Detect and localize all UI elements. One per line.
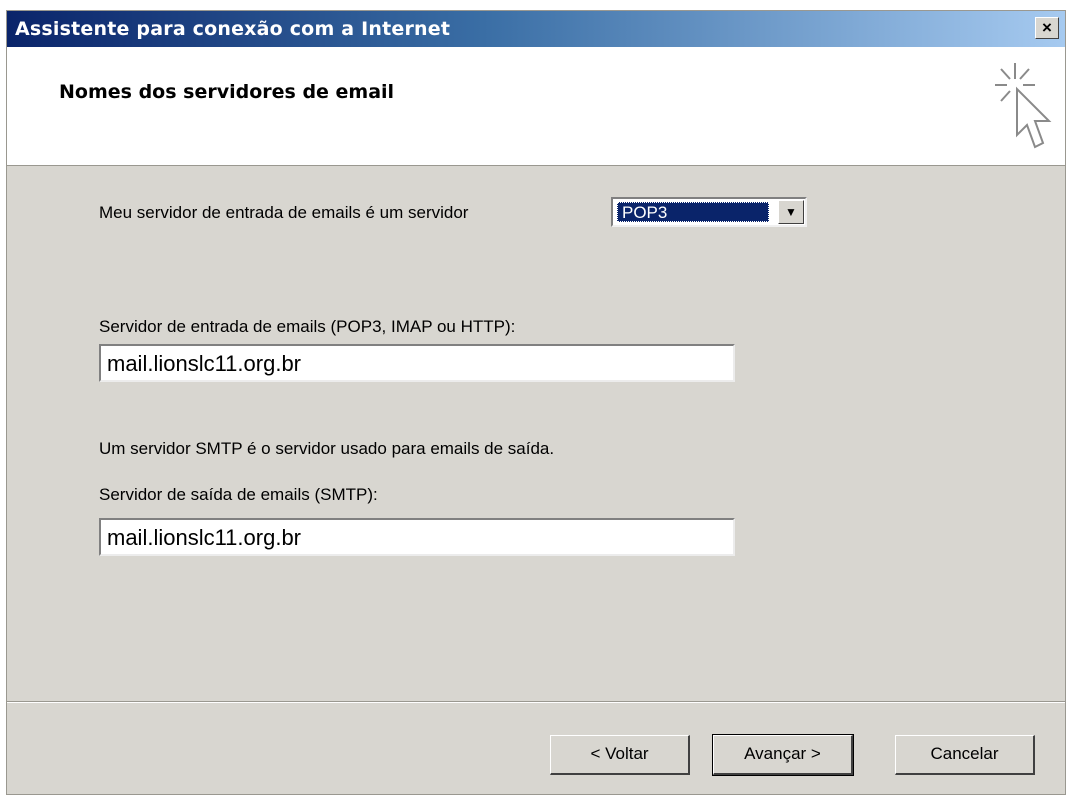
- incoming-server-value: mail.lionslc11.org.br: [107, 351, 302, 376]
- select-value: POP3: [617, 202, 769, 222]
- wizard-header: Nomes dos servidores de email: [7, 47, 1065, 166]
- close-button[interactable]: ×: [1035, 17, 1059, 39]
- close-icon: ×: [1042, 18, 1052, 37]
- outgoing-server-label: Servidor de saída de emails (SMTP):: [99, 485, 378, 504]
- chevron-down-icon: ▼: [785, 205, 797, 219]
- incoming-server-input[interactable]: mail.lionslc11.org.br: [99, 344, 735, 382]
- page-title: Nomes dos servidores de email: [59, 81, 395, 103]
- next-button[interactable]: Avançar >: [712, 734, 854, 776]
- back-button[interactable]: < Voltar: [550, 735, 690, 775]
- window-title: Assistente para conexão com a Internet: [15, 18, 451, 40]
- wizard-cursor-sparkle-icon: [995, 63, 1052, 149]
- title-bar: Assistente para conexão com a Internet ×: [7, 11, 1065, 47]
- incoming-type-label: Meu servidor de entrada de emails é um s…: [99, 203, 469, 222]
- outgoing-server-value: mail.lionslc11.org.br: [107, 525, 302, 550]
- outgoing-server-input[interactable]: mail.lionslc11.org.br: [99, 518, 735, 556]
- incoming-server-type-select[interactable]: POP3 ▼: [611, 197, 807, 227]
- footer-divider: [7, 701, 1065, 703]
- dropdown-button[interactable]: ▼: [778, 200, 804, 224]
- smtp-info-text: Um servidor SMTP é o servidor usado para…: [99, 439, 555, 458]
- cancel-button[interactable]: Cancelar: [895, 735, 1035, 775]
- wizard-dialog: Assistente para conexão com a Internet ×…: [6, 10, 1066, 795]
- incoming-server-label: Servidor de entrada de emails (POP3, IMA…: [99, 317, 516, 336]
